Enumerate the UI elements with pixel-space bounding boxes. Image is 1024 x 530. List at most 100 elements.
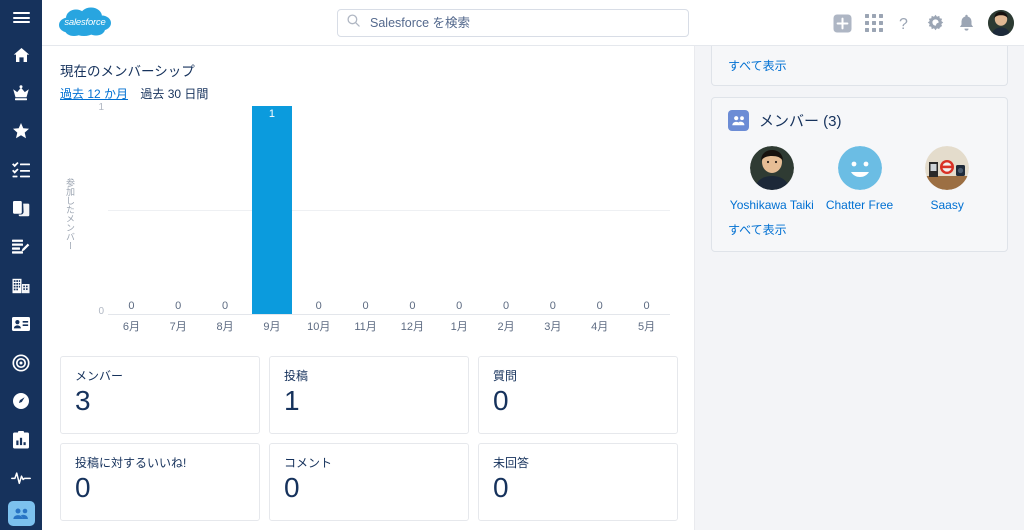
chart-x-label: 8月 <box>216 321 234 333</box>
member-name-link[interactable]: Yoshikawa Taiki <box>728 197 816 213</box>
chart-bar-slot: 0 <box>576 106 623 314</box>
member-avatar[interactable] <box>837 146 882 190</box>
sidebar-item-reports[interactable] <box>0 421 42 460</box>
notifications-bell-icon[interactable] <box>958 14 975 32</box>
range-link-12-months[interactable]: 過去 12 か月 <box>60 87 128 101</box>
chart-bar-slot: 0 <box>623 106 670 314</box>
chart-x-label: 4月 <box>591 321 609 333</box>
stat-card-value: 0 <box>493 385 509 416</box>
setup-gear-icon[interactable] <box>926 14 945 33</box>
stat-card: メンバー 3 <box>60 356 260 434</box>
header-actions: ? <box>833 0 1014 46</box>
chart-bar-value: 0 <box>128 300 135 312</box>
stat-card: 投稿に対するいいね! 0 <box>60 443 260 521</box>
chart-bar-slot: 0 <box>389 106 436 314</box>
chart-bar-slot: 0 <box>483 106 530 314</box>
stat-card-value: 0 <box>284 472 300 503</box>
chart-x-axis-line <box>108 314 670 315</box>
chart-x-label: 1月 <box>450 321 468 333</box>
salesforce-page: salesforce Salesforce を検索 ? 現在のメンバーシップ 過… <box>0 0 1024 530</box>
chart-x-label: 2月 <box>497 321 515 333</box>
sidebar-item-company[interactable] <box>0 267 42 306</box>
sidebar-item-activity[interactable] <box>0 459 42 498</box>
search-icon <box>347 14 360 32</box>
members-list: Yoshikawa Taiki Chatter Free Saasy <box>728 146 991 213</box>
chart-y-axis-label: 参加したメンバー <box>65 178 75 250</box>
stat-card-value: 0 <box>75 472 91 503</box>
stat-card-row: メンバー 3 投稿 1 質問 0 <box>60 356 678 434</box>
user-avatar[interactable] <box>988 10 1014 36</box>
add-favorite-icon[interactable] <box>833 14 852 33</box>
range-link-30-days[interactable]: 過去 30 日間 <box>140 87 208 101</box>
chart-range-links: 過去 12 か月 過去 30 日間 <box>60 85 678 102</box>
sidebar-item-chatter-active[interactable] <box>0 498 42 530</box>
sidebar-item-contacts[interactable] <box>0 305 42 344</box>
member-item[interactable]: Saasy <box>903 146 991 213</box>
chart-bar-value: 0 <box>502 300 510 312</box>
sidebar-item-files[interactable] <box>0 190 42 229</box>
member-avatar[interactable] <box>925 146 970 190</box>
chatter-group-icon <box>7 501 35 527</box>
chart-x-label: 6月 <box>122 321 140 333</box>
stat-card-label: 質問 <box>493 369 518 383</box>
chart-bar-value: 0 <box>456 300 463 312</box>
chart-x-label: 10月 <box>307 321 331 333</box>
chart-bar-value: 0 <box>643 300 650 312</box>
chart-x-label: 5月 <box>637 321 656 333</box>
search-input[interactable] <box>370 16 679 30</box>
y-tick-max: 1 <box>98 102 104 113</box>
sidebar-item-edit-list[interactable] <box>0 228 42 267</box>
chart-x-label: 7月 <box>169 321 187 333</box>
stat-card: 未回答 0 <box>478 443 678 521</box>
chart-bar[interactable]: 1 <box>251 106 292 314</box>
sidebar-item-star[interactable] <box>0 112 42 151</box>
app-launcher-icon[interactable] <box>865 14 883 32</box>
chart-x-label: 3月 <box>544 321 562 333</box>
global-search[interactable] <box>337 9 689 37</box>
chart-bar-value: 0 <box>596 300 603 312</box>
help-icon[interactable]: ? <box>896 14 913 33</box>
stat-card-value: 0 <box>493 472 509 503</box>
chart-bar-slot: 0 <box>295 106 342 314</box>
people-group-icon <box>728 110 749 131</box>
member-avatar[interactable] <box>749 146 794 190</box>
chart-x-axis-labels: 6月 7月 8月 9月 10月 11月 12月 1月 2月 3月 4月 5月 <box>108 318 670 334</box>
chart-bar-slot: 0 <box>342 106 389 314</box>
stat-card-label: メンバー <box>75 369 124 383</box>
chart-x-label: 12月 <box>400 321 424 333</box>
sidebar-item-goals[interactable] <box>0 344 42 383</box>
sidebar-item-tasks[interactable] <box>0 151 42 190</box>
chart-x-label: 9月 <box>263 321 281 333</box>
main-panel: 現在のメンバーシップ 過去 12 か月 過去 30 日間 参加したメンバー 1 … <box>42 46 695 530</box>
chart-x-label: 11月 <box>354 321 377 333</box>
member-item[interactable]: Yoshikawa Taiki <box>728 146 816 213</box>
sidebar-item-performance[interactable] <box>0 382 42 421</box>
chart-bar-value: 0 <box>362 300 369 312</box>
stat-card: コメント 0 <box>269 443 469 521</box>
chart-bar-value: 1 <box>268 108 275 120</box>
stat-card-label: 未回答 <box>493 456 530 470</box>
chart-bar-value: 0 <box>175 300 182 312</box>
sidebar-item-crown[interactable] <box>0 74 42 113</box>
chart-bar-slot: 0 <box>108 106 155 314</box>
salesforce-logo[interactable]: salesforce <box>42 6 128 40</box>
sidebar-item-home[interactable] <box>0 35 42 74</box>
chart-bar-slot: 0 <box>436 106 483 314</box>
member-item[interactable]: Chatter Free <box>816 146 904 213</box>
truncated-card: すべて表示 <box>711 46 1008 86</box>
member-name-link[interactable]: Saasy <box>903 197 991 213</box>
stat-cards: メンバー 3 投稿 1 質問 0 投稿に対するいいね! 0 コメント 0 未回答 0 <box>60 356 678 521</box>
truncated-card-view-all-link[interactable]: すべて表示 <box>728 57 787 74</box>
logo-wordmark: salesforce <box>64 17 106 28</box>
stat-card: 投稿 1 <box>269 356 469 434</box>
hamburger-menu-icon[interactable] <box>0 0 42 35</box>
chart-y-axis: 1 0 <box>82 102 104 317</box>
chart-title: 現在のメンバーシップ <box>60 64 195 79</box>
stat-card-label: 投稿に対するいいね! <box>75 456 187 470</box>
chart-bar-value: 0 <box>222 300 229 312</box>
members-card-header: メンバー (3) <box>728 110 991 131</box>
chart-bar-slot: 0 <box>202 106 249 314</box>
stat-card-value: 1 <box>284 385 300 416</box>
member-name-link[interactable]: Chatter Free <box>816 197 904 213</box>
members-view-all-link[interactable]: すべて表示 <box>728 223 787 237</box>
